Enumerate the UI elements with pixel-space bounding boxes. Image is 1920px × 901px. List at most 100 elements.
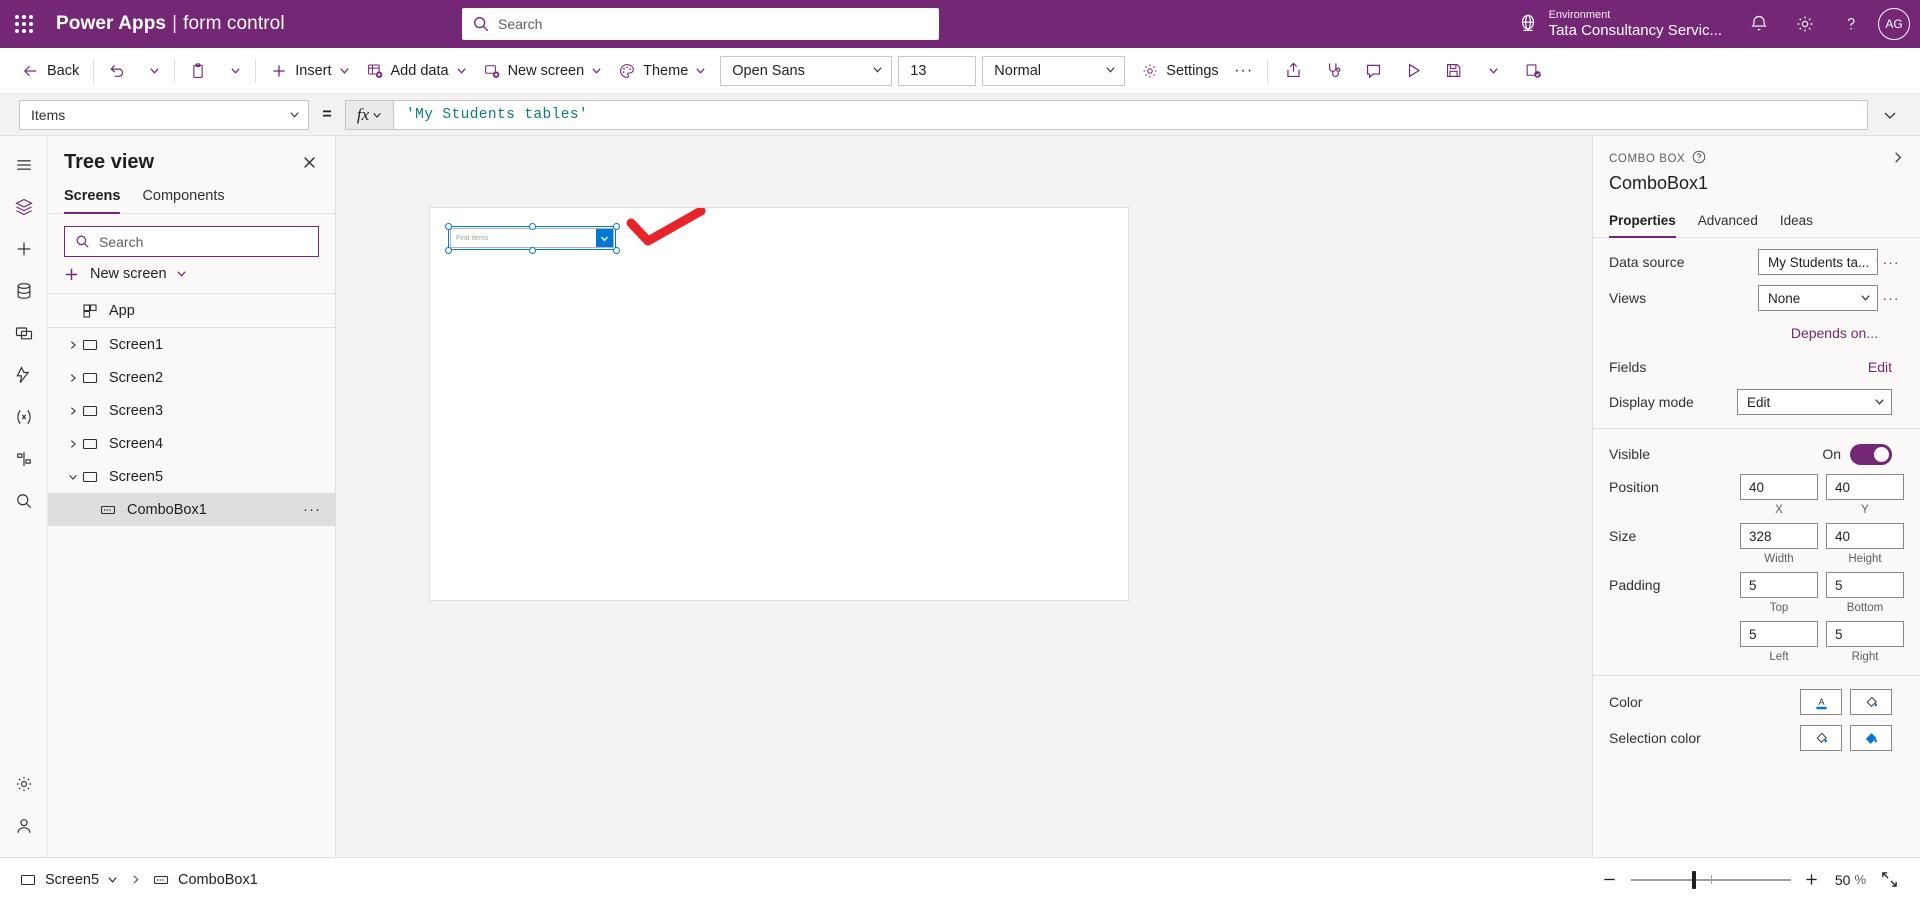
views-more-icon[interactable]: ··· [1878,290,1904,306]
tree-item-screen1[interactable]: Screen1 [48,328,335,361]
settings-icon[interactable] [0,763,48,805]
chevron-down-icon[interactable] [107,872,118,888]
fields-edit-link[interactable]: Edit [1868,359,1892,375]
menu-icon[interactable] [0,144,48,186]
tree-item-combobox1[interactable]: ComboBox1 ··· [48,493,335,526]
depends-on-link[interactable]: Depends on... [1791,325,1878,341]
comment-icon[interactable] [1354,54,1394,88]
zoom-out-button[interactable] [1595,865,1625,895]
more-horizontal-icon[interactable]: ··· [303,501,321,518]
account-icon[interactable] [0,805,48,847]
tab-ideas[interactable]: Ideas [1780,207,1813,237]
variables-icon[interactable] [0,396,48,438]
tab-properties[interactable]: Properties [1609,207,1676,237]
tree-item-screen2[interactable]: Screen2 [48,361,335,394]
breadcrumb-screen[interactable]: Screen5 [14,872,124,888]
search-icon[interactable] [0,480,48,522]
bell-icon[interactable] [1736,0,1782,48]
environment-selector[interactable]: Environment Tata Consultancy Servic... [1517,9,1722,39]
chevron-right-icon[interactable] [64,340,82,350]
views-select[interactable]: None [1758,285,1878,311]
back-button[interactable]: Back [14,54,87,88]
insert-button[interactable]: Insert [262,54,357,88]
padding-bottom-input[interactable]: 5 [1826,572,1904,598]
paste-button[interactable] [181,54,215,88]
fit-screen-button[interactable] [1874,865,1904,895]
insert-icon[interactable] [0,228,48,270]
formula-input[interactable]: 'My Students tables' [393,100,1868,130]
resize-handle-top-right[interactable] [613,223,620,230]
avatar[interactable]: AG [1878,8,1910,40]
undo-button[interactable] [100,54,134,88]
paste-dropdown[interactable] [215,54,249,88]
formula-expand-button[interactable] [1868,107,1912,123]
font-color-icon[interactable]: A [1800,689,1842,715]
zoom-in-button[interactable] [1797,865,1827,895]
fill-color-icon[interactable] [1800,725,1842,751]
fill-color-icon[interactable] [1850,689,1892,715]
tree-item-screen5[interactable]: Screen5 [48,460,335,493]
breadcrumb-control[interactable]: ComboBox1 [147,872,264,888]
publish-icon[interactable] [1514,54,1554,88]
gear-icon[interactable] [1782,0,1828,48]
zoom-slider[interactable] [1631,865,1791,895]
tree-item-app[interactable]: App [48,294,335,328]
display-mode-select[interactable]: Edit [1737,389,1892,415]
size-height-input[interactable]: 40 [1826,523,1904,549]
padding-top-input[interactable]: 5 [1740,572,1818,598]
visible-toggle[interactable] [1850,444,1892,465]
components-icon[interactable] [0,438,48,480]
font-family-select[interactable]: Open Sans [720,56,892,86]
data-icon[interactable] [0,270,48,312]
add-data-button[interactable]: Add data [358,54,475,88]
settings-button[interactable]: Settings [1133,54,1226,88]
tree-item-screen4[interactable]: Screen4 [48,427,335,460]
property-select[interactable]: Items [19,100,309,130]
app-launcher-icon[interactable] [0,0,48,48]
more-horizontal-icon[interactable]: ··· [1227,54,1261,88]
save-icon[interactable] [1434,54,1474,88]
save-dropdown[interactable] [1474,54,1514,88]
fx-button[interactable]: fx [345,100,393,130]
slider-thumb[interactable] [1692,871,1696,889]
tree-view-icon[interactable] [0,186,48,228]
padding-left-input[interactable]: 5 [1740,621,1818,647]
tab-components[interactable]: Components [142,182,224,213]
chevron-right-icon[interactable] [1891,151,1904,167]
tab-screens[interactable]: Screens [64,182,120,213]
app-checker-icon[interactable] [1314,54,1354,88]
chevron-right-icon[interactable] [64,439,82,449]
tab-advanced[interactable]: Advanced [1698,207,1758,237]
resize-handle-bottom-left[interactable] [445,247,452,254]
question-circle-icon[interactable] [1692,150,1706,167]
position-y-input[interactable]: 40 [1826,474,1904,500]
power-automate-icon[interactable] [0,354,48,396]
media-icon[interactable] [0,312,48,354]
new-screen-button[interactable]: New screen [475,54,611,88]
chevron-down-icon[interactable] [64,472,82,482]
undo-dropdown[interactable] [134,54,168,88]
theme-button[interactable]: Theme [610,54,714,88]
close-icon[interactable] [297,150,321,174]
new-screen-button[interactable]: New screen [48,257,335,294]
data-source-more-icon[interactable]: ··· [1878,254,1904,270]
question-icon[interactable] [1828,0,1874,48]
font-weight-select[interactable]: Normal [982,56,1125,86]
padding-right-input[interactable]: 5 [1826,621,1904,647]
size-width-input[interactable]: 328 [1740,523,1818,549]
highlight-color-icon[interactable] [1850,725,1892,751]
tree-item-screen3[interactable]: Screen3 [48,394,335,427]
position-x-input[interactable]: 40 [1740,474,1818,500]
chevron-right-icon[interactable] [64,373,82,383]
share-icon[interactable] [1274,54,1314,88]
app-canvas[interactable]: Find items [430,208,1128,600]
font-size-input[interactable]: 13 [898,56,976,86]
resize-handle-top-center[interactable] [529,223,536,230]
play-icon[interactable] [1394,54,1434,88]
resize-handle-bottom-right[interactable] [613,247,620,254]
tree-search-input[interactable]: Search [64,226,319,257]
resize-handle-top-left[interactable] [445,223,452,230]
search-input[interactable]: Search [462,8,939,40]
resize-handle-bottom-center[interactable] [529,247,536,254]
chevron-right-icon[interactable] [64,406,82,416]
